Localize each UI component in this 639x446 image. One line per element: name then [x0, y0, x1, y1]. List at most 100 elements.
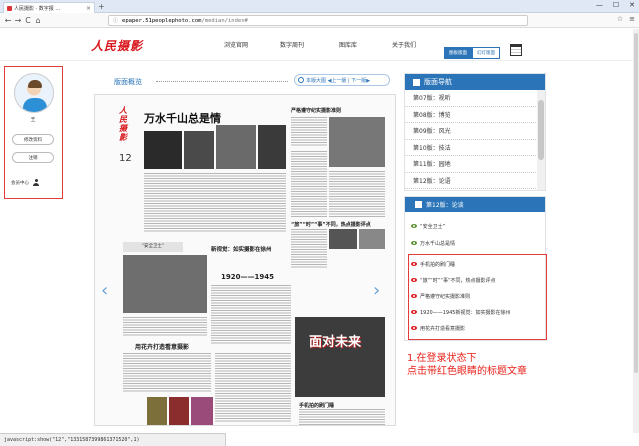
person-icon [33, 179, 39, 186]
nav-item-12[interactable]: 第12版：论语 [405, 173, 538, 189]
menu-about[interactable]: 关于我们 [376, 40, 432, 49]
nav-scroll-thumb[interactable] [538, 100, 544, 160]
nav-item-11[interactable]: 第11版：园地 [405, 156, 538, 173]
member-center-label: 会员中心 [11, 180, 29, 186]
article-panel-title: 第12版：论谈 [426, 202, 464, 209]
article-item-1[interactable]: “安全卫士” [411, 219, 445, 233]
url-path: /median/index# [201, 17, 248, 24]
photo-8 [123, 255, 207, 313]
photo-9 [295, 317, 385, 397]
zoom-icon[interactable] [298, 77, 304, 83]
paper-page-number: 12 [119, 153, 132, 164]
view-page-button[interactable]: 图板版面 [444, 47, 472, 59]
avatar-hair [28, 80, 42, 88]
url-bar[interactable]: ⓘ epaper.51peoplephoto.com/median/index# [108, 15, 528, 26]
calendar-icon[interactable] [510, 44, 522, 56]
prev-page-arrow-icon[interactable]: ‹ [101, 280, 108, 301]
minimize-icon[interactable]: — [596, 1, 603, 9]
article-text-6 [211, 285, 291, 345]
avatar [14, 73, 54, 113]
close-tab-icon[interactable]: × [86, 5, 91, 12]
view-slide-button[interactable]: 幻灯版面 [472, 47, 500, 59]
newspaper-page[interactable]: 人民摄影 12 万水千山总是情 严格遵守纪实摄影准则 “旅”“时”“事”不同，热… [94, 94, 396, 426]
article-item-label: 万水千山总是情 [420, 240, 456, 247]
photo-7 [359, 229, 385, 249]
menu-digital-weekly[interactable]: 数字周刊 [264, 40, 320, 49]
article-text-4 [329, 171, 385, 217]
status-bar: javascript:show("12","133158739986137152… [0, 433, 226, 446]
window-controls: — ☐ ✕ [596, 1, 635, 9]
bookmark-star-icon[interactable]: ☆ [617, 15, 623, 23]
browser-navbar: ← → C ⌂ ⓘ epaper.51peoplephoto.com/media… [0, 13, 639, 28]
photo-1 [144, 131, 182, 169]
member-center-link[interactable]: 会员中心 [11, 179, 39, 186]
browser-tab[interactable]: 人民摄影 · 数字报 ... × [3, 2, 95, 13]
forward-icon[interactable]: → [13, 16, 23, 25]
tab-title: 人民摄影 · 数字报 ... [14, 5, 61, 12]
section-box[interactable]: “安全卫士” [123, 242, 183, 252]
menu-icon[interactable]: ≡ [629, 15, 635, 23]
nav-scrollbar[interactable] [537, 90, 545, 190]
article-panel-header: 第12版：论谈 [405, 197, 545, 212]
headline-bottom[interactable]: 用花卉打造看意摄影 [135, 342, 189, 351]
headline-mid[interactable]: “旅”“时”“事”不同，热点摄影评点 [291, 221, 371, 228]
back-icon[interactable]: ← [3, 16, 13, 25]
nav-item-09[interactable]: 第09版：风光 [405, 123, 538, 140]
site-logo[interactable]: 人民摄影 [91, 37, 143, 54]
menu-official-site[interactable]: 浏览官网 [208, 40, 264, 49]
avatar-body [23, 98, 47, 112]
close-window-icon[interactable]: ✕ [629, 1, 635, 9]
green-eye-icon [411, 224, 417, 228]
headline-section[interactable]: 新视觉：如实摄影在徐州 [211, 245, 272, 253]
edition-overview-label: 版面概览 [114, 78, 142, 86]
headline-year[interactable]: 1920——1945 [221, 273, 274, 281]
page-nav-label[interactable]: 本版大图 ◀上一版 | 下一版▶ [306, 77, 370, 84]
page-scrollbar[interactable] [633, 29, 639, 433]
headline-main[interactable]: 万水千山总是情 [144, 110, 221, 126]
user-name: 王 [30, 117, 36, 123]
article-item-label: “安全卫士” [420, 223, 446, 230]
annotation-line-1: 1.在登录状态下 [407, 353, 477, 364]
next-page-arrow-icon[interactable]: › [373, 280, 380, 301]
menu-gallery[interactable]: 图库库 [320, 40, 376, 49]
nav-item-08[interactable]: 第08版：博览 [405, 107, 538, 123]
info-icon[interactable]: ⓘ [113, 17, 118, 24]
favicon-icon [7, 5, 12, 11]
photo-headline-text: 面对未来 [309, 335, 362, 350]
photo-4 [258, 125, 286, 169]
divider [156, 81, 288, 82]
nav-item-10[interactable]: 第10版：技法 [405, 140, 538, 156]
photo-10 [147, 397, 167, 425]
reload-icon[interactable]: C [23, 16, 33, 25]
edition-nav-panel: 版面导航 第07版：视听 第08版：博览 第09版：风光 第10版：技法 第11… [404, 73, 546, 191]
photo-2 [184, 131, 214, 169]
article-text-1 [144, 173, 286, 233]
home-icon[interactable]: ⌂ [33, 16, 43, 25]
annotation-line-2: 点击带红色眼睛的标题文章 [407, 366, 527, 377]
maximize-icon[interactable]: ☐ [613, 1, 619, 9]
photo-3 [216, 125, 256, 169]
edition-nav-header: 版面导航 [405, 74, 545, 90]
highlight-box [408, 254, 547, 340]
headline-side[interactable]: 严格遵守纪实摄影准则 [291, 107, 341, 114]
new-tab-button[interactable]: + [98, 2, 105, 11]
edit-profile-button[interactable]: 修改资料 [12, 134, 54, 145]
article-text-8 [123, 353, 211, 393]
url-host: epaper.51peoplephoto.com [122, 17, 202, 24]
logout-button[interactable]: 注销 [12, 152, 54, 163]
navbar-right: ☆ ≡ [617, 15, 635, 23]
article-text-3 [291, 151, 327, 217]
headline-side-2[interactable]: 手机拍的刷门睡 [299, 402, 334, 409]
square-icon [415, 201, 422, 208]
article-text-2 [291, 117, 327, 147]
nav-item-07[interactable]: 第07版：视听 [405, 90, 538, 107]
article-item-2[interactable]: 万水千山总是情 [411, 236, 455, 250]
green-eye-icon [411, 241, 417, 245]
edition-nav-list: 第07版：视听 第08版：博览 第09版：风光 第10版：技法 第11版：园地 … [405, 90, 538, 190]
page-nav[interactable]: 本版大图 ◀上一版 | 下一版▶ [294, 74, 390, 86]
article-text-10 [299, 409, 385, 425]
paper-logo: 人民摄影 [119, 105, 127, 142]
main-menu: 浏览官网 数字周刊 图库库 关于我们 [208, 40, 432, 49]
page-scroll-thumb[interactable] [634, 33, 638, 373]
paper-area: 版面概览 本版大图 ◀上一版 | 下一版▶ 人民摄影 12 万水千山总是情 严格… [94, 73, 396, 426]
